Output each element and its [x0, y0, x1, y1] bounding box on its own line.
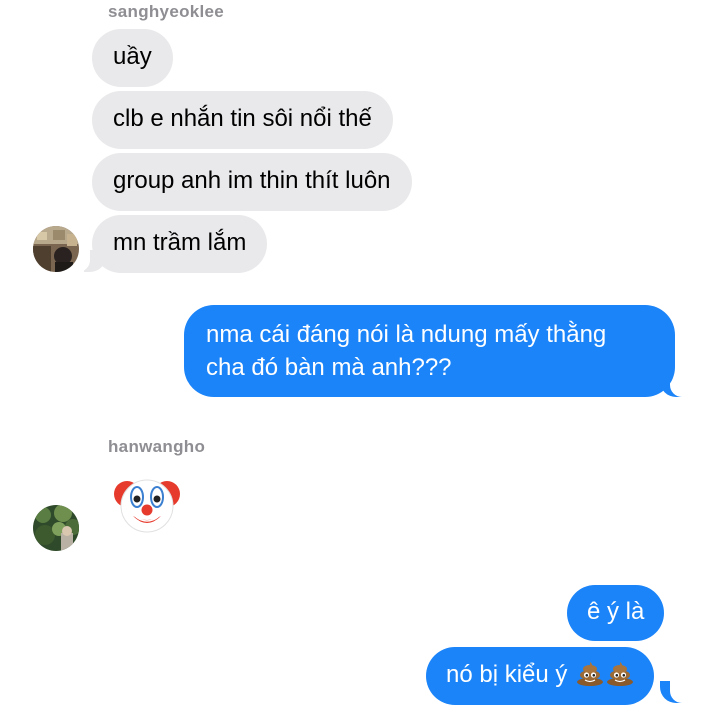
- outgoing-message[interactable]: ê ý là: [567, 585, 665, 641]
- sender-name: hanwangho: [108, 437, 206, 456]
- message-text: mn trầm lắm: [113, 229, 247, 256]
- message-text-line: nma cái đáng nói là ndung mấy thằng: [206, 321, 607, 348]
- message-text: ê ý là: [587, 598, 645, 625]
- pile-of-poo-icon: [606, 660, 634, 696]
- incoming-message[interactable]: clb e nhắn tin sôi nổi thế: [92, 91, 393, 149]
- message-text: group anh im thin thít luôn: [113, 167, 391, 194]
- message-text: uầy: [113, 43, 152, 70]
- incoming-message[interactable]: mn trầm lắm: [92, 215, 268, 273]
- avatar-photo-icon: [33, 505, 79, 551]
- pile-of-poo-icon: [576, 660, 604, 696]
- outgoing-message[interactable]: nma cái đáng nói là ndung mấy thằng cha …: [184, 305, 675, 397]
- bubble-tail-mask: [670, 677, 686, 703]
- message-text: nó bị kiểu ý: [446, 661, 568, 688]
- avatar-photo-icon: [33, 226, 79, 272]
- emoji-message[interactable]: [112, 472, 182, 541]
- incoming-message[interactable]: group anh im thin thít luôn: [92, 153, 412, 211]
- outgoing-message[interactable]: nó bị kiểu ý: [426, 647, 655, 705]
- message-text-line: cha đó bàn mà anh???: [206, 354, 452, 381]
- clown-face-icon: [114, 479, 180, 533]
- avatar[interactable]: [33, 226, 79, 272]
- message-text: clb e nhắn tin sôi nổi thế: [113, 105, 372, 132]
- incoming-message[interactable]: uầy: [92, 29, 173, 87]
- sender-name: sanghyeoklee: [108, 2, 225, 21]
- avatar[interactable]: [33, 505, 79, 551]
